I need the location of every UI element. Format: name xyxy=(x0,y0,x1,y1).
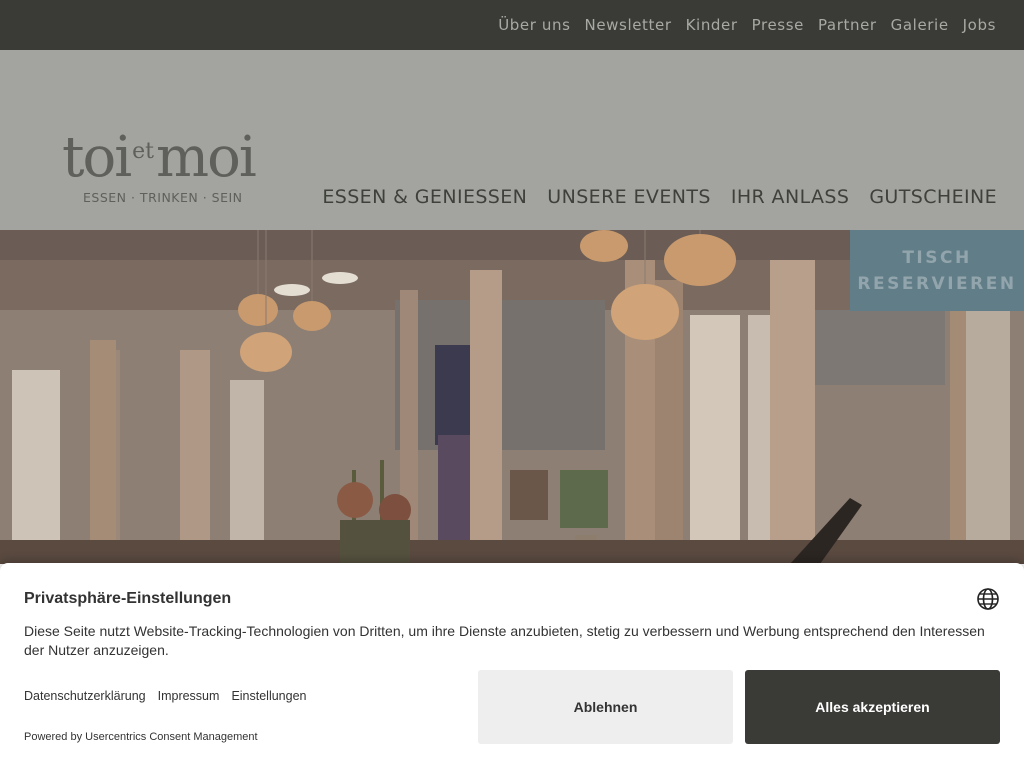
reserve-table-button[interactable]: TISCH RESERVIEREN xyxy=(850,230,1024,311)
top-nav-newsletter[interactable]: Newsletter xyxy=(585,16,672,34)
consent-links: Datenschutzerklärung Impressum Einstellu… xyxy=(24,689,307,703)
consent-banner: Privatsphäre-Einstellungen Diese Seite n… xyxy=(0,563,1024,768)
imprint-link[interactable]: Impressum xyxy=(158,689,220,703)
powered-by-text: Powered by Usercentrics Consent Manageme… xyxy=(24,731,258,743)
top-nav-presse[interactable]: Presse xyxy=(752,16,804,34)
site-logo[interactable]: toietmoi ESSEN · TRINKEN · SEIN xyxy=(62,128,262,208)
main-nav-gutscheine[interactable]: GUTSCHEINE xyxy=(869,186,997,208)
accept-all-button[interactable]: Alles akzeptieren xyxy=(745,670,1000,744)
main-nav: ESSEN & GENIESSEN UNSERE EVENTS IHR ANLA… xyxy=(322,186,997,208)
top-nav: Über uns Newsletter Kinder Presse Partne… xyxy=(498,0,996,50)
reserve-table-line2: RESERVIEREN xyxy=(857,273,1017,294)
logo-tagline: ESSEN · TRINKEN · SEIN xyxy=(83,190,243,205)
main-nav-ihr-anlass[interactable]: IHR ANLASS xyxy=(731,186,849,208)
consent-title: Privatsphäre-Einstellungen xyxy=(24,590,232,607)
site-header: toietmoi ESSEN · TRINKEN · SEIN ESSEN & … xyxy=(0,50,1024,230)
top-nav-kinder[interactable]: Kinder xyxy=(686,16,738,34)
top-nav-galerie[interactable]: Galerie xyxy=(891,16,949,34)
top-bar: Über uns Newsletter Kinder Presse Partne… xyxy=(0,0,1024,50)
settings-link[interactable]: Einstellungen xyxy=(231,689,306,703)
privacy-policy-link[interactable]: Datenschutzerklärung xyxy=(24,689,146,703)
top-nav-ueber-uns[interactable]: Über uns xyxy=(498,16,570,34)
consent-description: Diese Seite nutzt Website-Tracking-Techn… xyxy=(24,623,985,658)
main-nav-unsere-events[interactable]: UNSERE EVENTS xyxy=(547,186,711,208)
main-nav-essen-geniessen[interactable]: ESSEN & GENIESSEN xyxy=(322,186,527,208)
top-nav-jobs[interactable]: Jobs xyxy=(963,16,996,34)
reserve-table-line1: TISCH xyxy=(902,247,972,268)
top-nav-partner[interactable]: Partner xyxy=(818,16,877,34)
globe-icon[interactable] xyxy=(976,587,1000,611)
deny-button[interactable]: Ablehnen xyxy=(478,670,733,744)
